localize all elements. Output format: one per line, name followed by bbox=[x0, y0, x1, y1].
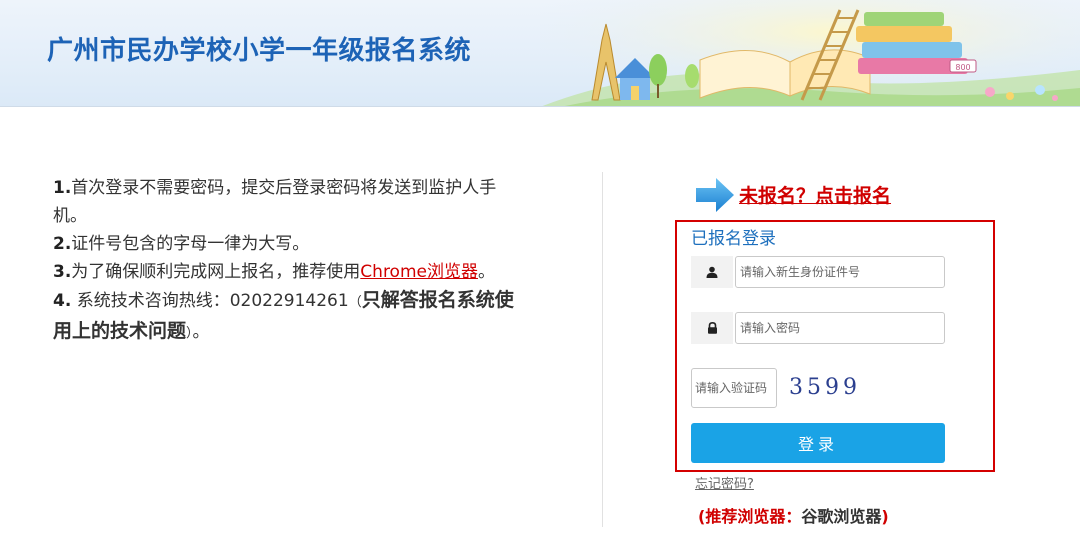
notice-item-3-end: 。 bbox=[477, 262, 495, 282]
notice-item-4-number: 4. bbox=[53, 291, 72, 311]
arrow-right-icon bbox=[696, 178, 734, 212]
notice-item-4: 4. 系统技术咨询热线：02022914261（只解答报名系统使用上的技术问题）… bbox=[53, 286, 528, 348]
login-title: 已报名登录 bbox=[691, 229, 776, 249]
user-icon bbox=[691, 256, 733, 288]
lock-icon bbox=[691, 312, 733, 344]
register-link[interactable]: 未报名？点击报名 bbox=[739, 181, 891, 208]
notice-item-4-text: 系统技术咨询热线：02022914261 bbox=[71, 291, 349, 311]
login-panel: 已报名登录 3599 登录 bbox=[675, 220, 995, 472]
notice-item-1-text: 首次登录不需要密码，提交后登录密码将发送到监护人手机。 bbox=[53, 178, 497, 226]
vertical-divider bbox=[602, 172, 603, 527]
notice-item-1: 1.首次登录不需要密码，提交后登录密码将发送到监护人手机。 bbox=[53, 174, 528, 230]
book-label: 800 bbox=[955, 63, 970, 72]
login-button[interactable]: 登录 bbox=[691, 423, 945, 463]
browser-tip-label: 推荐浏览器： bbox=[705, 507, 802, 526]
notice-item-4-end: 。 bbox=[192, 322, 210, 342]
notice-item-4-open-paren: （ bbox=[348, 295, 362, 310]
notice-item-3: 3.为了确保顺利完成网上报名，推荐使用Chrome浏览器。 bbox=[53, 258, 528, 286]
captcha-input[interactable] bbox=[691, 368, 777, 408]
id-number-row bbox=[691, 256, 945, 288]
notice-item-3-text: 为了确保顺利完成网上报名，推荐使用 bbox=[71, 262, 361, 282]
notice-item-2: 2.证件号包含的字母一律为大写。 bbox=[53, 230, 528, 258]
password-row bbox=[691, 312, 945, 344]
header-illustration: 800 bbox=[540, 0, 1080, 106]
chrome-browser-link[interactable]: Chrome浏览器 bbox=[360, 262, 478, 282]
id-number-input[interactable] bbox=[735, 256, 945, 288]
notice-item-1-number: 1. bbox=[53, 178, 72, 198]
notice-panel: 1.首次登录不需要密码，提交后登录密码将发送到监护人手机。 2.证件号包含的字母… bbox=[53, 174, 528, 348]
notice-item-3-number: 3. bbox=[53, 262, 72, 282]
site-title: 广州市民办学校小学一年级报名系统 bbox=[47, 36, 472, 66]
browser-tip-close: ) bbox=[881, 507, 889, 526]
browser-recommendation: (推荐浏览器：谷歌浏览器) bbox=[698, 503, 889, 527]
notice-item-2-text: 证件号包含的字母一律为大写。 bbox=[71, 234, 310, 254]
notice-item-2-number: 2. bbox=[53, 234, 72, 254]
page-header: 广州市民办学校小学一年级报名系统 800 bbox=[0, 0, 1080, 107]
browser-tip-value: 谷歌浏览器 bbox=[801, 507, 882, 526]
password-input[interactable] bbox=[735, 312, 945, 344]
captcha-image[interactable]: 3599 bbox=[789, 372, 869, 404]
forgot-password-link[interactable]: 忘记密码? bbox=[695, 473, 754, 492]
